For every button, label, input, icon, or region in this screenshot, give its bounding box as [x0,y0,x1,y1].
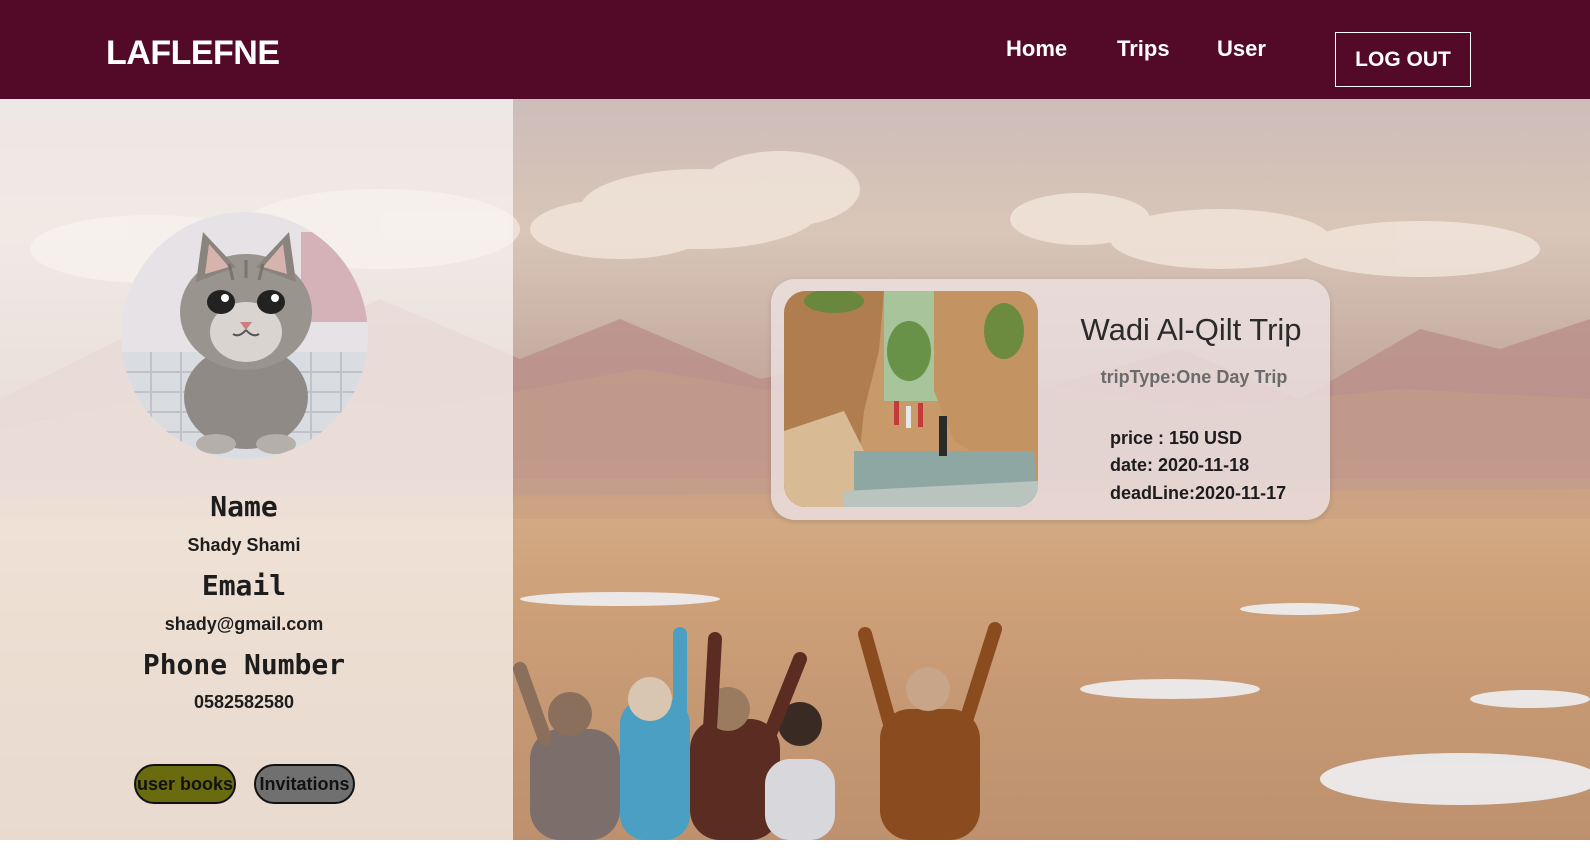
nav-user-link[interactable]: User [1217,36,1266,62]
trip-deadline: deadLine:2020-11-17 [1110,483,1287,503]
logout-button[interactable]: LOG OUT [1335,32,1471,87]
trip-price: price : 150 USD [1110,428,1243,448]
email-value: shady@gmail.com [164,614,324,634]
user-books-button[interactable]: user books [134,764,236,804]
nav-home-link[interactable]: Home [1006,36,1067,62]
phone-label: Phone Number [142,648,346,681]
email-label: Email [201,569,287,602]
profile-panel [0,99,513,840]
invitations-button[interactable]: Invitations [254,764,355,804]
trip-title: Wadi Al-Qilt Trip [1080,312,1302,347]
phone-value: 0582582580 [193,692,295,712]
trip-date: date: 2020-11-18 [1110,455,1250,475]
name-label: Name [210,490,278,523]
profile-avatar [121,212,368,459]
page-footer-strip [0,840,1590,853]
name-value: Shady Shami [187,535,301,555]
canyon-photo-icon [784,291,1038,507]
nav-trips-link[interactable]: Trips [1117,36,1170,62]
navbar: LAFLEFNE Home Trips User LOG OUT [0,0,1590,99]
trip-image [784,291,1038,507]
brand-logo[interactable]: LAFLEFNE [106,34,280,73]
trip-type: tripType:One Day Trip [1100,367,1288,387]
kitten-avatar-icon [121,212,368,459]
